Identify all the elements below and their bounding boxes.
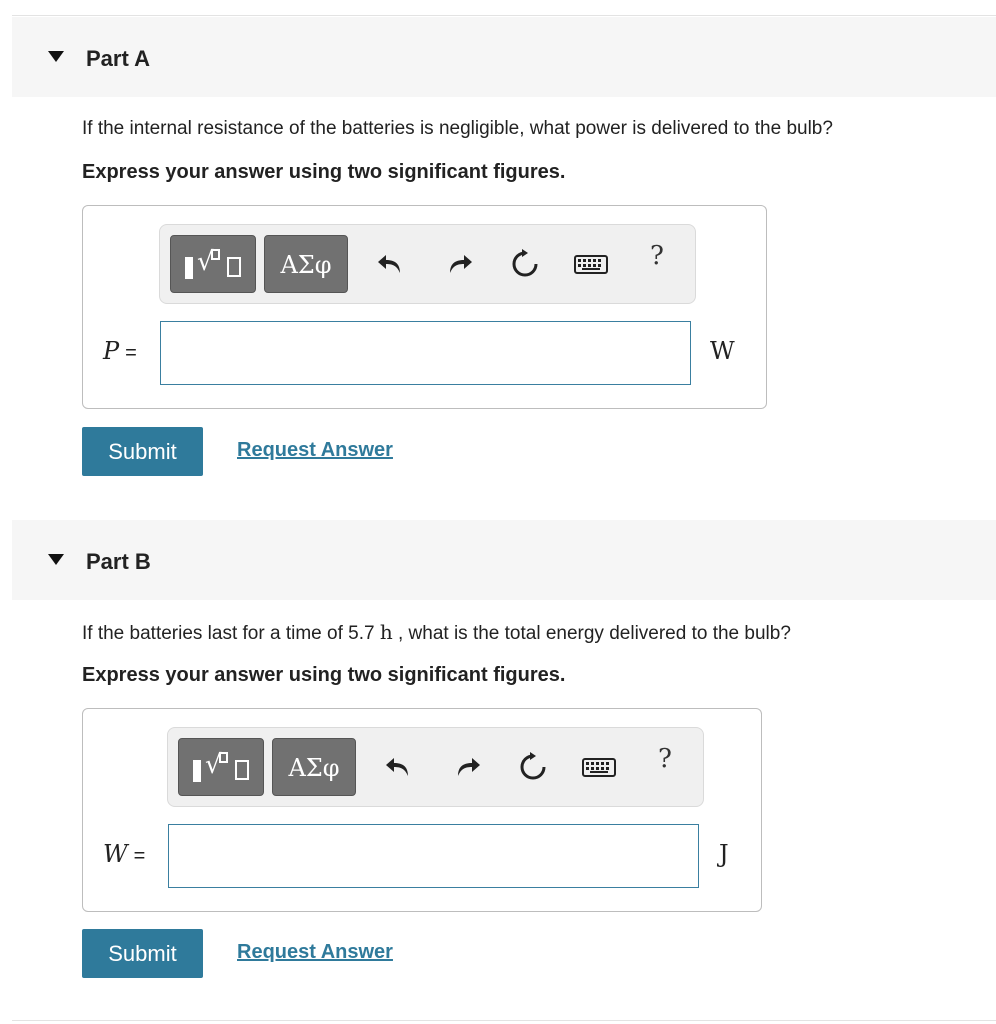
symbols-label: ΑΣφ: [280, 251, 332, 279]
symbols-button[interactable]: ΑΣφ: [264, 235, 348, 293]
part-a-unit: W: [710, 337, 735, 365]
keyboard-icon[interactable]: [574, 247, 608, 281]
part-b-header[interactable]: Part B: [12, 520, 996, 600]
part-a-request-answer-link[interactable]: Request Answer: [237, 439, 393, 462]
part-a-question: If the internal resistance of the batter…: [82, 118, 833, 139]
reset-icon[interactable]: [508, 247, 542, 281]
part-b-answer-input[interactable]: [168, 824, 699, 888]
templates-button[interactable]: √: [170, 235, 256, 293]
symbols-label: ΑΣφ: [288, 754, 340, 782]
part-a-submit-button[interactable]: Submit: [82, 427, 203, 476]
part-b-time-unit: h: [379, 620, 393, 644]
redo-icon[interactable]: [442, 247, 476, 281]
bottom-divider: [12, 1020, 996, 1021]
part-a-header[interactable]: Part A: [12, 17, 996, 97]
keyboard-icon[interactable]: [582, 750, 616, 784]
part-b-unit: J: [719, 840, 729, 868]
math-toolbar: √ ΑΣφ ?: [167, 727, 704, 807]
part-b-submit-button[interactable]: Submit: [82, 929, 203, 978]
part-b-variable-label: W =: [103, 840, 146, 868]
collapse-triangle-icon[interactable]: [48, 51, 64, 62]
templates-icon: √: [183, 247, 245, 281]
part-a-title: Part A: [86, 46, 150, 71]
reset-icon[interactable]: [516, 750, 550, 784]
math-toolbar: √ ΑΣφ ?: [159, 224, 696, 304]
undo-icon[interactable]: [374, 247, 408, 281]
part-b-question: If the batteries last for a time of 5.7 …: [82, 620, 791, 644]
undo-icon[interactable]: [382, 750, 416, 784]
top-divider: [12, 15, 996, 16]
help-icon[interactable]: ?: [650, 241, 664, 271]
part-b-title: Part B: [86, 549, 151, 574]
templates-button[interactable]: √: [178, 738, 264, 796]
collapse-triangle-icon[interactable]: [48, 554, 64, 565]
part-a-answer-input[interactable]: [160, 321, 691, 385]
part-a-variable-label: P =: [103, 337, 137, 365]
help-icon[interactable]: ?: [658, 744, 672, 774]
templates-icon: √: [191, 750, 253, 784]
part-b-answer-box: √ ΑΣφ ? W = J: [82, 708, 762, 912]
part-b-request-answer-link[interactable]: Request Answer: [237, 941, 393, 964]
part-b-instruction: Express your answer using two significan…: [82, 664, 566, 686]
part-a-instruction: Express your answer using two significan…: [82, 161, 566, 183]
redo-icon[interactable]: [450, 750, 484, 784]
part-a-answer-box: √ ΑΣφ ? P = W: [82, 205, 767, 409]
symbols-button[interactable]: ΑΣφ: [272, 738, 356, 796]
